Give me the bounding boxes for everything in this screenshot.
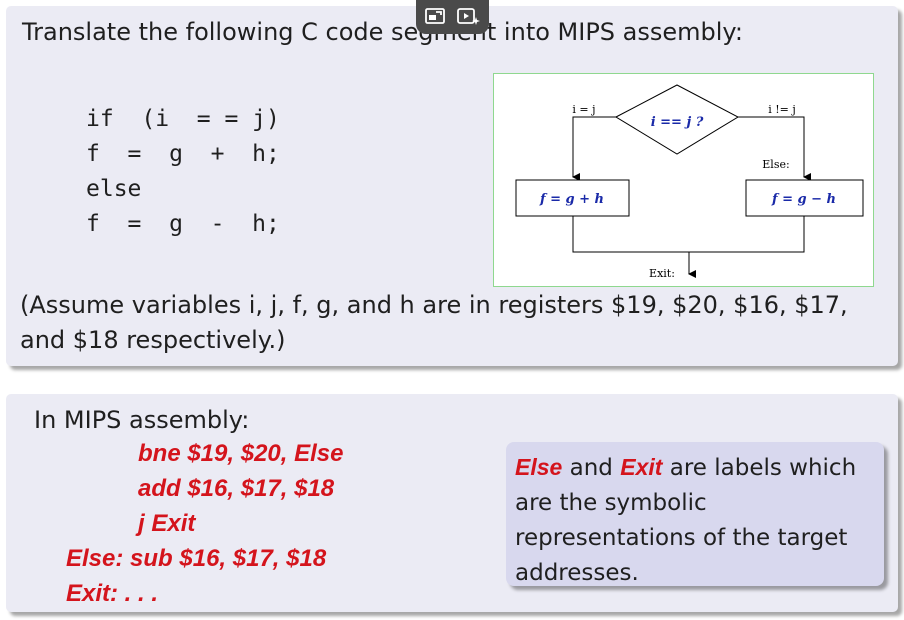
code-line: else bbox=[86, 176, 142, 202]
true-branch-label: i = j bbox=[572, 103, 595, 116]
else-label: Else: bbox=[762, 158, 789, 171]
asm-line: j Exit bbox=[138, 510, 196, 537]
false-branch-label: i != j bbox=[768, 103, 796, 116]
question-block: Translate the following C code segment i… bbox=[6, 6, 898, 366]
decision-label: i == j ? bbox=[651, 115, 704, 130]
left-assign-label: f = g + h bbox=[539, 192, 604, 207]
label-note-text: Else and Exit are labels which are the s… bbox=[515, 450, 877, 591]
asm-line: Else: sub $16, $17, $18 bbox=[66, 545, 327, 572]
code-line: if (i = = j) bbox=[86, 106, 280, 132]
label-note: Else and Exit are labels which are the s… bbox=[506, 442, 884, 586]
screen-share-icon[interactable] bbox=[424, 6, 446, 26]
answer-title: In MIPS assembly: bbox=[34, 406, 250, 434]
exit-label: Exit: bbox=[649, 267, 675, 280]
answer-block: In MIPS assembly: bne $19, $20, Else add… bbox=[6, 394, 898, 612]
note-exit: Exit bbox=[620, 454, 663, 480]
question-text: Translate the following C code segment i… bbox=[22, 18, 743, 46]
note-else: Else bbox=[515, 454, 563, 480]
asm-line: Exit: . . . bbox=[66, 580, 159, 607]
code-line: f = g - h; bbox=[86, 211, 280, 237]
asm-line: bne $19, $20, Else bbox=[138, 440, 344, 467]
note-and: and bbox=[562, 455, 621, 481]
right-assign-label: f = g − h bbox=[771, 192, 836, 207]
video-sparkle-icon[interactable] bbox=[456, 6, 480, 26]
asm-line: add $16, $17, $18 bbox=[138, 475, 335, 502]
assumption-text: (Assume variables i, j, f, g, and h are … bbox=[20, 291, 848, 354]
player-overlay bbox=[416, 0, 489, 34]
flowchart: i == j ? i = j i != j Else: f = g + h f … bbox=[493, 73, 874, 287]
code-line: f = g + h; bbox=[86, 141, 280, 167]
